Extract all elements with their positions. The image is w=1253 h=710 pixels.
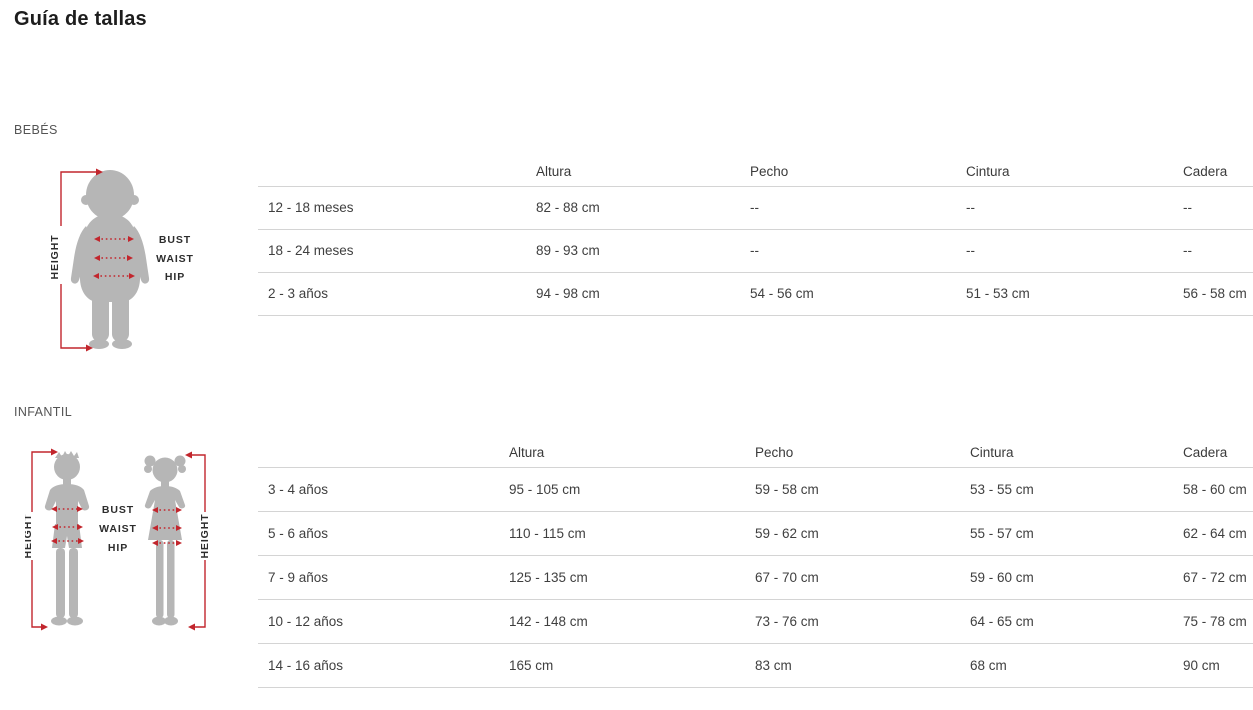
- cadera-cell: 75 - 78 cm: [1173, 599, 1253, 643]
- boy-height-arrow: HEIGHT: [25, 449, 58, 631]
- pecho-cell: 83 cm: [745, 643, 960, 687]
- cintura-cell: 51 - 53 cm: [956, 272, 1173, 315]
- hip-label: HIP: [165, 271, 185, 283]
- height-label: HEIGHT: [50, 234, 61, 279]
- cintura-cell: 68 cm: [960, 643, 1173, 687]
- table-row: 3 - 4 años 95 - 105 cm 59 - 58 cm 53 - 5…: [258, 467, 1253, 511]
- cintura-cell: 64 - 65 cm: [960, 599, 1173, 643]
- cintura-cell: 53 - 55 cm: [960, 467, 1173, 511]
- altura-cell: 94 - 98 cm: [526, 272, 740, 315]
- altura-cell: 165 cm: [499, 643, 745, 687]
- column-header-altura: Altura: [499, 439, 745, 467]
- pecho-cell: 54 - 56 cm: [740, 272, 956, 315]
- column-header-pecho: Pecho: [745, 439, 960, 467]
- height-label: HEIGHT: [25, 513, 34, 558]
- table-row: 2 - 3 años 94 - 98 cm 54 - 56 cm 51 - 53…: [258, 272, 1253, 315]
- bust-label: BUST: [159, 234, 191, 246]
- size-cell: 12 - 18 meses: [258, 186, 526, 229]
- boy-silhouette-icon: [45, 451, 89, 626]
- size-cell: 14 - 16 años: [258, 643, 499, 687]
- cadera-cell: --: [1173, 186, 1253, 229]
- waist-label: WAIST: [156, 253, 194, 265]
- table-row: 5 - 6 años 110 - 115 cm 59 - 62 cm 55 - …: [258, 511, 1253, 555]
- section-label-bebes: BEBÉS: [14, 123, 58, 137]
- table-row: 18 - 24 meses 89 - 93 cm -- -- --: [258, 229, 1253, 272]
- size-cell: 7 - 9 años: [258, 555, 499, 599]
- section-label-infantil: INFANTIL: [14, 405, 72, 419]
- bust-label: BUST: [102, 504, 134, 516]
- pecho-cell: 59 - 58 cm: [745, 467, 960, 511]
- column-header-cintura: Cintura: [960, 439, 1173, 467]
- altura-cell: 125 - 135 cm: [499, 555, 745, 599]
- cadera-cell: 90 cm: [1173, 643, 1253, 687]
- column-header-altura: Altura: [526, 158, 740, 186]
- cintura-cell: --: [956, 229, 1173, 272]
- size-cell: 3 - 4 años: [258, 467, 499, 511]
- waist-label: WAIST: [99, 523, 137, 535]
- pecho-cell: 67 - 70 cm: [745, 555, 960, 599]
- pecho-cell: 73 - 76 cm: [745, 599, 960, 643]
- infantil-size-table: Altura Pecho Cintura Cadera 3 - 4 años 9…: [258, 439, 1253, 688]
- size-cell: 5 - 6 años: [258, 511, 499, 555]
- table-row: 10 - 12 años 142 - 148 cm 73 - 76 cm 64 …: [258, 599, 1253, 643]
- altura-cell: 95 - 105 cm: [499, 467, 745, 511]
- pecho-cell: --: [740, 186, 956, 229]
- size-cell: 18 - 24 meses: [258, 229, 526, 272]
- cadera-cell: --: [1173, 229, 1253, 272]
- hip-label: HIP: [108, 542, 128, 554]
- pecho-cell: 59 - 62 cm: [745, 511, 960, 555]
- size-cell: 2 - 3 años: [258, 272, 526, 315]
- cadera-cell: 62 - 64 cm: [1173, 511, 1253, 555]
- table-row: 7 - 9 años 125 - 135 cm 67 - 70 cm 59 - …: [258, 555, 1253, 599]
- column-header-cadera: Cadera: [1173, 439, 1253, 467]
- table-header-row: Altura Pecho Cintura Cadera: [258, 158, 1253, 186]
- cintura-cell: 59 - 60 cm: [960, 555, 1173, 599]
- column-header-pecho: Pecho: [740, 158, 956, 186]
- table-row: 14 - 16 años 165 cm 83 cm 68 cm 90 cm: [258, 643, 1253, 687]
- cintura-cell: 55 - 57 cm: [960, 511, 1173, 555]
- children-silhouette-diagram: HEIGHT HEIGHT: [25, 448, 215, 636]
- column-header-cadera: Cadera: [1173, 158, 1253, 186]
- children-measurement-figure: HEIGHT HEIGHT: [25, 448, 215, 636]
- cadera-cell: 67 - 72 cm: [1173, 555, 1253, 599]
- page-title: Guía de tallas: [14, 8, 147, 31]
- table-row: 12 - 18 meses 82 - 88 cm -- -- --: [258, 186, 1253, 229]
- baby-measurement-figure: HEIGHT BUST WAIST HIP: [50, 162, 250, 354]
- height-label: HEIGHT: [199, 513, 211, 558]
- size-cell: 10 - 12 años: [258, 599, 499, 643]
- altura-cell: 89 - 93 cm: [526, 229, 740, 272]
- altura-cell: 142 - 148 cm: [499, 599, 745, 643]
- baby-silhouette-diagram: HEIGHT BUST WAIST HIP: [50, 162, 250, 354]
- altura-cell: 110 - 115 cm: [499, 511, 745, 555]
- girl-silhouette-icon: [144, 456, 186, 626]
- column-header-cintura: Cintura: [956, 158, 1173, 186]
- empty-header-cell: [258, 439, 499, 467]
- empty-header-cell: [258, 158, 526, 186]
- pecho-cell: --: [740, 229, 956, 272]
- cadera-cell: 56 - 58 cm: [1173, 272, 1253, 315]
- cadera-cell: 58 - 60 cm: [1173, 467, 1253, 511]
- girl-height-arrow: HEIGHT: [185, 452, 211, 631]
- cintura-cell: --: [956, 186, 1173, 229]
- table-header-row: Altura Pecho Cintura Cadera: [258, 439, 1253, 467]
- baby-silhouette-icon: [71, 170, 149, 349]
- altura-cell: 82 - 88 cm: [526, 186, 740, 229]
- bebes-size-table: Altura Pecho Cintura Cadera 12 - 18 mese…: [258, 158, 1253, 316]
